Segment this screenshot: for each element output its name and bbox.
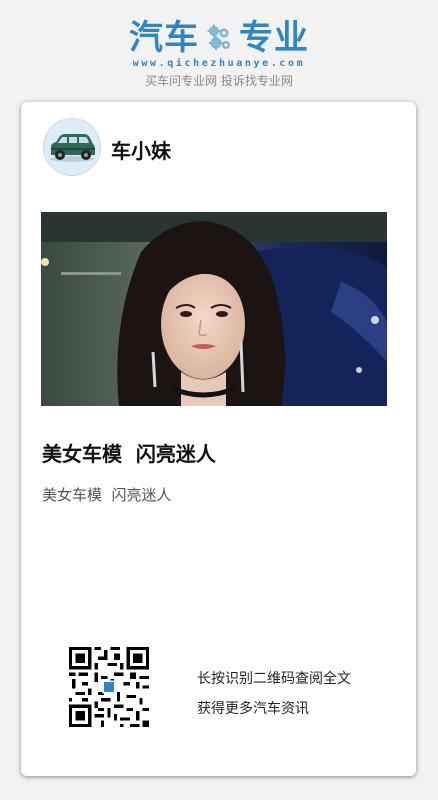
avatar[interactable] [43,118,101,176]
qr-code[interactable] [69,647,149,727]
logo[interactable]: 汽车 专业 [0,18,438,58]
car-icon [44,119,100,175]
cta-line2: 获得更多汽车资讯 [197,701,309,717]
cta-line1: 长按识别二维码查阅全文 [197,671,351,687]
logo-text-right: 专业 [239,18,309,58]
qr-code-icon [69,647,149,727]
author-name[interactable]: 车小妹 [111,135,171,164]
site-url: www.qichezhuanye.com [132,58,306,69]
article-photo[interactable] [41,212,387,406]
site-header: 汽车 专业 www.qichezhuanye.com 买车问专业网 投诉找专业网 [0,0,438,100]
cta-text: 长按识别二维码查阅全文 获得更多汽车资讯 [197,664,351,724]
site-slogan: 买车问专业网 投诉找专业网 [145,74,293,88]
gear-logo-icon [207,24,230,50]
photo-car-model [41,212,387,406]
article-summary: 美女车模 闪亮迷人 [42,486,172,504]
article-card: 车小妹 美女车模 闪亮迷人 美女车模 闪亮迷人 长按识别二维码查阅全文 获得更多… [21,102,416,776]
logo-text-left: 汽车 [129,18,199,58]
article-title[interactable]: 美女车模 闪亮迷人 [42,438,216,467]
